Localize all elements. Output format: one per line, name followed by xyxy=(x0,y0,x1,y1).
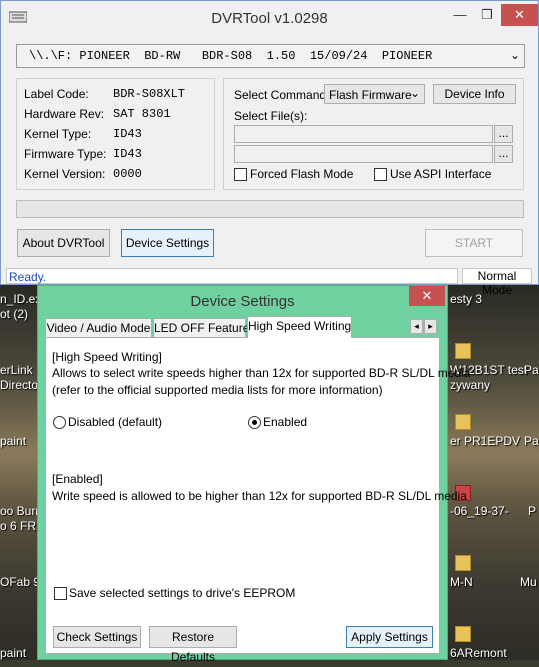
desktop-icon-label[interactable]: -06_19-37- xyxy=(450,504,509,518)
save-eeprom-label: Save selected settings to drive's EEPROM xyxy=(69,586,296,600)
folder-icon[interactable] xyxy=(455,626,471,642)
tab-led-off-feature[interactable]: LED OFF Feature xyxy=(153,318,249,338)
desktop-icon-label[interactable]: esty 3 xyxy=(450,292,482,306)
status-bar: Ready. xyxy=(6,268,458,284)
kernel-version-value: 0000 xyxy=(113,167,142,181)
firmware-type-value: ID43 xyxy=(113,147,142,161)
minimize-button[interactable]: — xyxy=(447,4,473,26)
section-note: (refer to the official supported media l… xyxy=(52,383,383,397)
desktop-icon-label[interactable]: paint xyxy=(0,646,26,660)
progress-bar xyxy=(16,200,524,218)
tab-high-speed-writing[interactable]: High Speed Writing xyxy=(247,316,352,338)
desktop-icon-label[interactable]: Mu xyxy=(520,575,537,589)
file-path-input-1[interactable] xyxy=(234,125,493,143)
desktop-icon-label[interactable]: 6ARemont xyxy=(450,646,507,660)
status-text: Ready. xyxy=(9,270,47,284)
dialog-close-button[interactable]: ✕ xyxy=(409,286,445,306)
section-description: Allows to select write speeds higher tha… xyxy=(52,366,471,380)
command-select-value: Flash Firmware xyxy=(329,88,412,102)
folder-icon[interactable] xyxy=(455,555,471,571)
label-code-label: Label Code: xyxy=(24,87,89,101)
enabled-description: Write speed is allowed to be higher than… xyxy=(52,489,467,503)
enabled-radio-label: Enabled xyxy=(263,415,308,429)
command-select[interactable]: Flash Firmware ⌄ xyxy=(324,84,425,104)
browse-button-1[interactable]: ... xyxy=(494,125,513,143)
save-eeprom-checkbox[interactable] xyxy=(54,587,67,600)
close-button[interactable]: ✕ xyxy=(501,4,538,26)
hardware-rev-value: SAT 8301 xyxy=(113,107,171,121)
dialog-title: Device Settings xyxy=(190,293,295,310)
device-info-button[interactable]: Device Info xyxy=(433,84,516,104)
restore-button[interactable]: ❐ xyxy=(474,4,500,26)
main-window: DVRTool v1.0298 — ❐ ✕ \\.\F: PIONEER BD-… xyxy=(0,0,539,297)
chevron-down-icon: ⌄ xyxy=(509,49,520,63)
desktop-icon-label[interactable]: n_ID.ex xyxy=(0,292,41,306)
dialog-title-bar[interactable]: Device Settings ✕ xyxy=(38,286,447,316)
desktop-icon-label[interactable]: Director xyxy=(0,378,42,392)
use-aspi-checkbox[interactable] xyxy=(374,168,387,181)
disabled-radio-label: Disabled (default) xyxy=(68,415,163,429)
desktop-icon-label[interactable]: ot (2) xyxy=(0,307,28,321)
firmware-type-label: Firmware Type: xyxy=(24,147,107,161)
desktop-icon-label[interactable]: M-N xyxy=(450,575,473,589)
drive-select-value: \\.\F: PIONEER BD-RW BDR-S08 1.50 15/09/… xyxy=(29,49,433,63)
section-heading: [High Speed Writing] xyxy=(52,350,162,364)
tab-scroll-right-button[interactable]: ▸ xyxy=(424,319,437,334)
chevron-down-icon: ⌄ xyxy=(409,86,420,100)
forced-flash-label: Forced Flash Mode xyxy=(250,167,354,181)
desktop-icon-label[interactable]: Pa xyxy=(524,434,539,448)
radio-selected-dot xyxy=(252,420,257,425)
command-group: Select Command: Flash Firmware ⌄ Device … xyxy=(223,78,524,190)
folder-icon[interactable] xyxy=(455,343,471,359)
tab-scroll-left-button[interactable]: ◂ xyxy=(410,319,423,334)
disabled-radio[interactable] xyxy=(53,416,66,429)
drive-select[interactable]: \\.\F: PIONEER BD-RW BDR-S08 1.50 15/09/… xyxy=(16,44,525,68)
tab-video-audio-mode[interactable]: Video / Audio Mode xyxy=(45,318,152,338)
desktop-icon-label[interactable]: er PR1EPDV xyxy=(450,434,520,448)
select-files-label: Select File(s): xyxy=(234,109,308,123)
enabled-radio[interactable] xyxy=(248,416,261,429)
hardware-rev-label: Hardware Rev: xyxy=(24,107,105,121)
browse-button-2[interactable]: ... xyxy=(494,145,513,163)
folder-icon[interactable] xyxy=(455,414,471,430)
desktop-icon-label[interactable]: OFab 9 xyxy=(0,575,40,589)
check-settings-button[interactable]: Check Settings xyxy=(53,626,141,648)
desktop-icon-label[interactable]: zywany xyxy=(450,378,490,392)
label-code-value: BDR-S08XLT xyxy=(113,87,186,101)
kernel-type-label: Kernel Type: xyxy=(24,127,92,141)
desktop-icon-label[interactable]: Pa xyxy=(524,363,539,377)
tab-panel: [High Speed Writing] Allows to select wr… xyxy=(45,337,470,664)
restore-defaults-button[interactable]: Restore Defaults xyxy=(149,626,237,664)
apply-settings-button[interactable]: Apply Settings xyxy=(346,626,433,648)
desktop-icon-label[interactable]: P xyxy=(528,504,536,518)
desktop-icon-label[interactable]: paint xyxy=(0,434,26,448)
desktop-icon-label[interactable]: oo Burn xyxy=(0,504,42,518)
drive-info-group: Label Code: BDR-S08XLT Hardware Rev: SAT… xyxy=(16,78,215,190)
file-path-input-2[interactable] xyxy=(234,145,493,163)
desktop-icon-label[interactable]: erLink xyxy=(0,363,33,377)
about-button[interactable]: About DVRTool xyxy=(17,229,110,257)
forced-flash-checkbox[interactable] xyxy=(234,168,247,181)
device-settings-button[interactable]: Device Settings xyxy=(121,229,214,257)
kernel-version-label: Kernel Version: xyxy=(24,167,106,181)
use-aspi-label: Use ASPI Interface xyxy=(390,167,492,181)
title-bar[interactable]: DVRTool v1.0298 — ❐ ✕ xyxy=(1,1,538,35)
start-button[interactable]: START xyxy=(425,229,523,257)
mode-indicator: Normal Mode xyxy=(462,268,532,297)
select-command-label: Select Command: xyxy=(234,88,330,102)
kernel-type-value: ID43 xyxy=(113,127,142,141)
enabled-heading: [Enabled] xyxy=(52,472,103,486)
